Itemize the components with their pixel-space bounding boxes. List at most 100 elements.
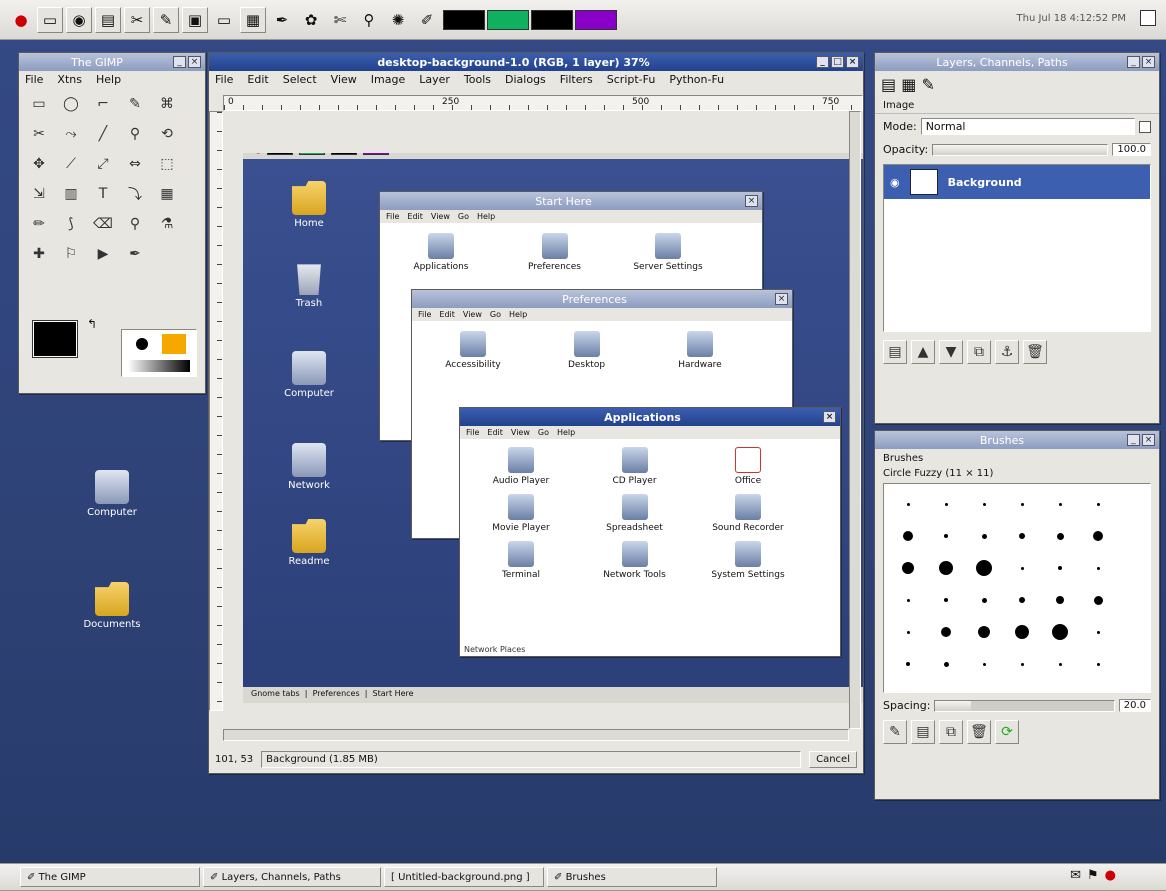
vertical-ruler[interactable]	[209, 111, 223, 711]
brush-cell[interactable]	[966, 554, 1002, 582]
menu-help[interactable]: Help	[96, 73, 121, 86]
lower-layer-button[interactable]: ▼	[939, 340, 963, 364]
tool-button[interactable]: ▦	[155, 182, 179, 206]
channels-tab-icon[interactable]: ▦	[901, 75, 916, 94]
minimize-button[interactable]: _	[1127, 56, 1140, 68]
tool-button[interactable]: ⟋	[59, 152, 83, 176]
tool-button[interactable]: ✂	[27, 122, 51, 146]
tool-button[interactable]: ⬚	[155, 152, 179, 176]
edit-brush-button[interactable]: ✎	[883, 720, 907, 744]
brush-cell[interactable]	[890, 618, 926, 646]
minimize-button[interactable]: _	[1127, 434, 1140, 446]
close-button[interactable]: ×	[1142, 434, 1155, 446]
paths-tab-icon[interactable]: ✎	[921, 75, 934, 94]
brush-cell[interactable]	[1042, 490, 1078, 518]
opacity-value[interactable]: 100.0	[1112, 143, 1151, 156]
color-swatch-4[interactable]	[575, 9, 617, 30]
desktop-icon-documents[interactable]: Documents	[72, 582, 152, 630]
brush-cell[interactable]	[1042, 586, 1078, 614]
menu-item[interactable]: Tools	[464, 73, 491, 86]
menu-file[interactable]: File	[25, 73, 43, 86]
delete-layer-button[interactable]: 🗑	[1023, 340, 1047, 364]
horizontal-ruler[interactable]: 0 250 500 750	[223, 95, 863, 111]
gimp-icon[interactable]: ✺	[385, 7, 411, 33]
menu-item[interactable]: File	[215, 73, 233, 86]
brush-cell[interactable]	[1080, 650, 1116, 678]
maximize-button[interactable]: □	[831, 56, 844, 68]
image-window-titlebar[interactable]: desktop-background-1.0 (RGB, 1 layer) 37…	[209, 53, 863, 71]
task-image[interactable]: [ Untitled-background.png ]	[384, 867, 544, 887]
close-button[interactable]: ×	[846, 56, 859, 68]
brush-cell[interactable]	[966, 490, 1002, 518]
brush-cell[interactable]	[1042, 650, 1078, 678]
vertical-scrollbar[interactable]	[849, 111, 861, 729]
files-icon[interactable]: ▤	[95, 6, 121, 33]
duplicate-layer-button[interactable]: ⧉	[967, 340, 991, 364]
tool-button[interactable]: ╱	[91, 122, 115, 146]
duplicate-brush-button[interactable]: ⧉	[939, 720, 963, 744]
tray-icon[interactable]: ✉	[1070, 868, 1081, 883]
anchor-layer-button[interactable]: ⚓	[995, 340, 1019, 364]
cancel-button[interactable]: Cancel	[809, 750, 857, 768]
paint-icon[interactable]: ✿	[298, 7, 324, 33]
tool-button[interactable]: ✒	[123, 242, 147, 266]
brush-cell[interactable]	[1080, 586, 1116, 614]
brush-cell[interactable]	[1042, 522, 1078, 550]
brush-cell[interactable]	[928, 522, 964, 550]
tool-button[interactable]: ⟆	[59, 212, 83, 236]
brush-cell[interactable]	[1042, 554, 1078, 582]
menu-item[interactable]: Layer	[419, 73, 450, 86]
search-icon[interactable]: ⚲	[356, 7, 382, 33]
opacity-slider[interactable]	[932, 143, 1109, 156]
task-brushes[interactable]: ✐ Brushes	[547, 867, 717, 887]
brush-cell[interactable]	[928, 586, 964, 614]
brush-cell[interactable]	[1042, 618, 1078, 646]
brush-cell[interactable]	[1004, 618, 1040, 646]
toolbox-titlebar[interactable]: The GIMP _ ×	[19, 53, 205, 71]
tool-button[interactable]: ⇔	[123, 152, 147, 176]
brush-cell[interactable]	[966, 586, 1002, 614]
refresh-brushes-button[interactable]: ⟳	[995, 720, 1019, 744]
tray-icon[interactable]: ⚑	[1087, 868, 1099, 883]
brush-cell[interactable]	[966, 618, 1002, 646]
layer-row[interactable]: ◉ Background	[884, 165, 1150, 199]
tool-button[interactable]: ▥	[59, 182, 83, 206]
raise-layer-button[interactable]: ▲	[911, 340, 935, 364]
tool-button[interactable]: ⤵	[123, 182, 147, 206]
color-swatch-2[interactable]	[487, 9, 529, 30]
brush-cell[interactable]	[890, 650, 926, 678]
brush-cell[interactable]	[1080, 554, 1116, 582]
tool-button[interactable]: ⤳	[59, 122, 83, 146]
brush-cell[interactable]	[890, 490, 926, 518]
terminal-icon[interactable]: ▭	[37, 6, 63, 33]
tool-button[interactable]: ⚲	[123, 212, 147, 236]
menu-item[interactable]: Script-Fu	[607, 73, 656, 86]
brush-cell[interactable]	[928, 554, 964, 582]
image-canvas[interactable]: ● Home Trash Computer Network Readme Sta…	[243, 153, 863, 703]
tool-button[interactable]: ◯	[59, 92, 83, 116]
workspace-icon[interactable]	[1140, 10, 1156, 26]
menu-item[interactable]: Python-Fu	[669, 73, 724, 86]
close-button[interactable]: ×	[1142, 56, 1155, 68]
minimize-button[interactable]: _	[173, 56, 186, 68]
swap-colors-icon[interactable]: ↰	[87, 317, 97, 331]
menu-item[interactable]: Image	[371, 73, 405, 86]
brush-cell[interactable]	[966, 650, 1002, 678]
cut-icon[interactable]: ✄	[327, 7, 353, 33]
layers-titlebar[interactable]: Layers, Channels, Paths _ ×	[875, 53, 1159, 71]
web-icon[interactable]: ◉	[66, 6, 92, 33]
alert-icon[interactable]: ●	[1105, 868, 1116, 883]
brush-cell[interactable]	[1080, 490, 1116, 518]
menu-item[interactable]: View	[331, 73, 357, 86]
delete-brush-button[interactable]: 🗑	[967, 720, 991, 744]
tool-button[interactable]: ⇲	[27, 182, 51, 206]
menu-xtns[interactable]: Xtns	[57, 73, 82, 86]
tool-button[interactable]: ✥	[27, 152, 51, 176]
brush-cell[interactable]	[1004, 522, 1040, 550]
brush-cell[interactable]	[966, 522, 1002, 550]
tool-button[interactable]: ✎	[123, 92, 147, 116]
tool-button[interactable]: ⟲	[155, 122, 179, 146]
brush-cell[interactable]	[1080, 522, 1116, 550]
new-layer-button[interactable]: ▤	[883, 340, 907, 364]
menu-item[interactable]: Filters	[560, 73, 593, 86]
